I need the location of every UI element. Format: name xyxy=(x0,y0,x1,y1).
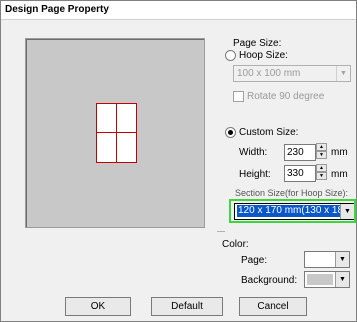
hoop-size-radio[interactable] xyxy=(225,50,236,61)
width-unit: mm xyxy=(331,147,348,158)
chevron-down-icon: ▼ xyxy=(335,252,349,267)
height-input[interactable]: 330 xyxy=(284,165,316,182)
page-color-label: Page: xyxy=(241,255,268,266)
cancel-button[interactable]: Cancel xyxy=(239,297,307,316)
hoop-outline xyxy=(96,103,137,163)
ok-button[interactable]: OK xyxy=(65,297,131,316)
hoop-size-select[interactable]: 100 x 100 mm ▼ xyxy=(233,65,351,82)
chevron-down-icon: ▼ xyxy=(335,272,349,287)
background-color-select[interactable]: ▼ xyxy=(304,271,350,288)
default-button[interactable]: Default xyxy=(151,297,223,316)
page-color-select[interactable]: ▼ xyxy=(304,251,350,268)
width-input[interactable]: 230 xyxy=(284,144,316,161)
window-title: Design Page Property xyxy=(5,4,109,15)
background-color-swatch xyxy=(307,274,333,285)
spin-up-icon[interactable]: ▲ xyxy=(316,143,327,151)
hoop-size-label: Hoop Size: xyxy=(239,50,288,61)
spin-up-icon[interactable]: ▲ xyxy=(316,164,327,172)
rotate-checkbox[interactable] xyxy=(233,91,244,102)
dialog-window: Design Page Property Page Size: Hoop Siz… xyxy=(0,0,357,322)
custom-size-label: Custom Size: xyxy=(239,127,299,138)
page-preview xyxy=(25,38,205,228)
highlight-frame xyxy=(229,199,356,223)
page-size-label: Page Size: xyxy=(233,38,282,49)
background-color-label: Background: xyxy=(241,275,298,286)
divider xyxy=(217,231,225,232)
section-size-label: Section Size(for Hoop Size): xyxy=(235,188,349,198)
color-label: Color: xyxy=(222,239,249,250)
page-color-swatch xyxy=(307,254,333,265)
dialog-body: Page Size: Hoop Size: 100 x 100 mm ▼ Rot… xyxy=(1,20,356,321)
hoop-divider-horizontal xyxy=(97,132,136,133)
height-spinner[interactable]: ▲ ▼ xyxy=(316,164,327,181)
title-bar: Design Page Property xyxy=(1,1,356,20)
hoop-size-value: 100 x 100 mm xyxy=(237,68,301,79)
height-unit: mm xyxy=(331,169,348,180)
height-label: Height: xyxy=(239,169,271,180)
height-value: 330 xyxy=(287,168,304,179)
hoop-divider-vertical xyxy=(116,104,117,162)
width-label: Width: xyxy=(239,147,268,158)
rotate-label: Rotate 90 degree xyxy=(247,91,325,102)
chevron-down-icon: ▼ xyxy=(336,66,350,81)
width-spinner[interactable]: ▲ ▼ xyxy=(316,143,327,160)
custom-size-radio[interactable] xyxy=(225,127,236,138)
spin-down-icon[interactable]: ▼ xyxy=(316,151,327,159)
width-value: 230 xyxy=(287,147,304,158)
spin-down-icon[interactable]: ▼ xyxy=(316,172,327,180)
